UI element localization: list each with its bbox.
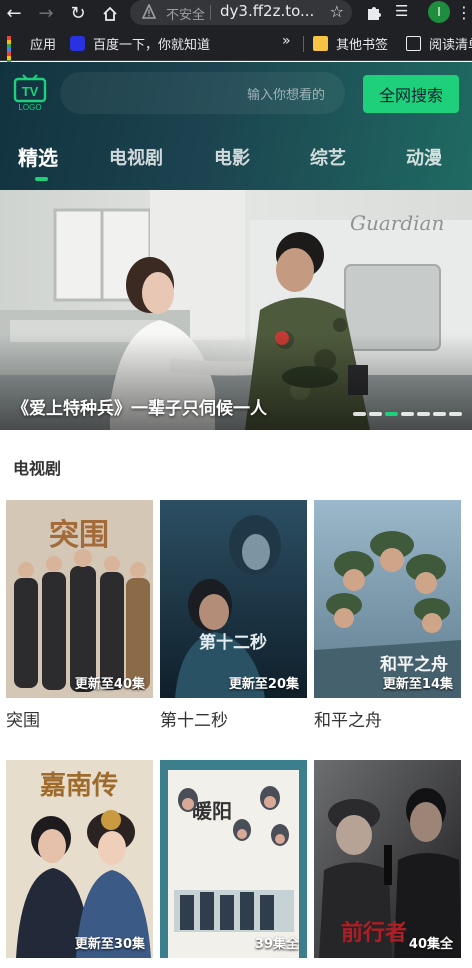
bookmark-label: 应用 (30, 38, 57, 53)
reading-list-icon (406, 36, 421, 51)
svg-text:嘉南传: 嘉南传 (40, 771, 118, 801)
poster-image[interactable]: 突围 更新至40集 (6, 500, 153, 698)
episode-badge: 更新至14集 (382, 677, 453, 692)
warning-icon (142, 4, 156, 19)
svg-text:LOGO: LOGO (18, 103, 41, 112)
hero-banner[interactable]: Guardian 《爱上特种兵》一辈子只伺候一人 (0, 190, 472, 430)
poster-image[interactable]: 前行者 40集全 (314, 760, 461, 958)
episode-badge: 更新至20集 (228, 677, 299, 692)
tab-movies[interactable]: 电影 (214, 144, 250, 170)
carousel-indicators (353, 412, 462, 416)
poster-image[interactable]: 和平之舟 更新至14集 (314, 500, 461, 698)
carousel-dot[interactable] (417, 412, 430, 416)
browser-toolbar: ← → ↻ 不安全 dy3.ff2z.to... ☆ ☰ I ⋮ (0, 0, 472, 27)
banner-caption[interactable]: 《爱上特种兵》一辈子只伺候一人 (12, 394, 267, 419)
bookmark-label: 百度一下，你就知道 (93, 38, 211, 53)
browser-menu-icon[interactable]: ⋮ (456, 1, 472, 25)
address-divider (210, 5, 211, 20)
address-bar[interactable]: 不安全 dy3.ff2z.to... ☆ (130, 0, 352, 25)
tab-variety[interactable]: 综艺 (310, 144, 346, 170)
site-header: TV LOGO 输入你想看的 全网搜索 精选 电视剧 电影 综艺 动漫 (0, 62, 472, 190)
bookmark-other[interactable]: 其他书签 (313, 34, 388, 53)
svg-text:和平之舟: 和平之舟 (380, 654, 448, 675)
search-placeholder: 输入你想看的 (246, 88, 325, 103)
episode-badge: 更新至30集 (74, 937, 145, 952)
back-icon[interactable]: ← (0, 0, 28, 27)
svg-text:TV: TV (22, 84, 39, 99)
search-input[interactable]: 输入你想看的 (60, 72, 345, 114)
media-control-icon[interactable]: ☰ (395, 2, 417, 24)
section-title: 电视剧 (13, 459, 62, 478)
bookmark-apps[interactable]: 应用 (7, 34, 57, 72)
bookmark-label: 阅读清单 (429, 38, 472, 53)
svg-text:暖阳: 暖阳 (192, 799, 232, 823)
tab-tv-series[interactable]: 电视剧 (109, 144, 163, 170)
apps-grid-icon (7, 36, 22, 72)
active-tab-indicator (35, 177, 48, 181)
profile-avatar[interactable]: I (428, 1, 450, 23)
drama-title[interactable]: 第十二秒 (160, 706, 228, 731)
carousel-dot[interactable] (369, 412, 382, 416)
carousel-dot[interactable] (433, 412, 446, 416)
poster-image[interactable]: 暖阳 39集全 (160, 760, 307, 958)
bookmark-star-icon[interactable]: ☆ (330, 2, 344, 21)
tv-logo-icon[interactable]: TV LOGO (13, 74, 47, 112)
reload-icon[interactable]: ↻ (64, 0, 92, 27)
episode-badge: 39集全 (254, 937, 299, 952)
carousel-dot[interactable] (449, 412, 462, 416)
search-button[interactable]: 全网搜索 (363, 75, 459, 113)
more-bookmarks-icon[interactable]: » (282, 33, 291, 49)
episode-badge: 40集全 (408, 937, 453, 952)
address-url[interactable]: dy3.ff2z.to... (220, 2, 314, 20)
carousel-dot[interactable] (353, 412, 366, 416)
insecure-label: 不安全 (166, 8, 206, 23)
forward-icon[interactable]: → (32, 0, 60, 27)
baidu-paw-icon (70, 36, 85, 51)
svg-text:突围: 突围 (49, 518, 109, 553)
drama-title[interactable]: 突围 (6, 706, 40, 731)
episode-badge: 更新至40集 (74, 677, 145, 692)
bookmark-label: 其他书签 (336, 38, 389, 53)
bookmark-reading-list[interactable]: 阅读清单 (406, 34, 472, 53)
drama-title[interactable]: 和平之舟 (314, 706, 382, 731)
folder-icon (313, 36, 328, 51)
bookmarks-divider (303, 36, 304, 52)
bookmarks-bar: 应用 百度一下，你就知道 » 其他书签 阅读清单 (0, 27, 472, 72)
tab-anime[interactable]: 动漫 (406, 144, 442, 170)
svg-text:第十二秒: 第十二秒 (199, 632, 267, 653)
extensions-icon[interactable] (364, 3, 384, 23)
carousel-dot[interactable] (401, 412, 414, 416)
category-tabs: 精选 电视剧 电影 综艺 动漫 (0, 142, 472, 182)
bookmark-baidu[interactable]: 百度一下，你就知道 (70, 34, 210, 53)
home-icon[interactable] (96, 0, 124, 27)
tab-featured[interactable]: 精选 (18, 142, 58, 171)
poster-image[interactable]: 第十二秒 更新至20集 (160, 500, 307, 698)
poster-image[interactable]: 嘉南传 更新至30集 (6, 760, 153, 958)
svg-text:前行者: 前行者 (341, 920, 407, 946)
carousel-dot[interactable] (385, 412, 398, 416)
